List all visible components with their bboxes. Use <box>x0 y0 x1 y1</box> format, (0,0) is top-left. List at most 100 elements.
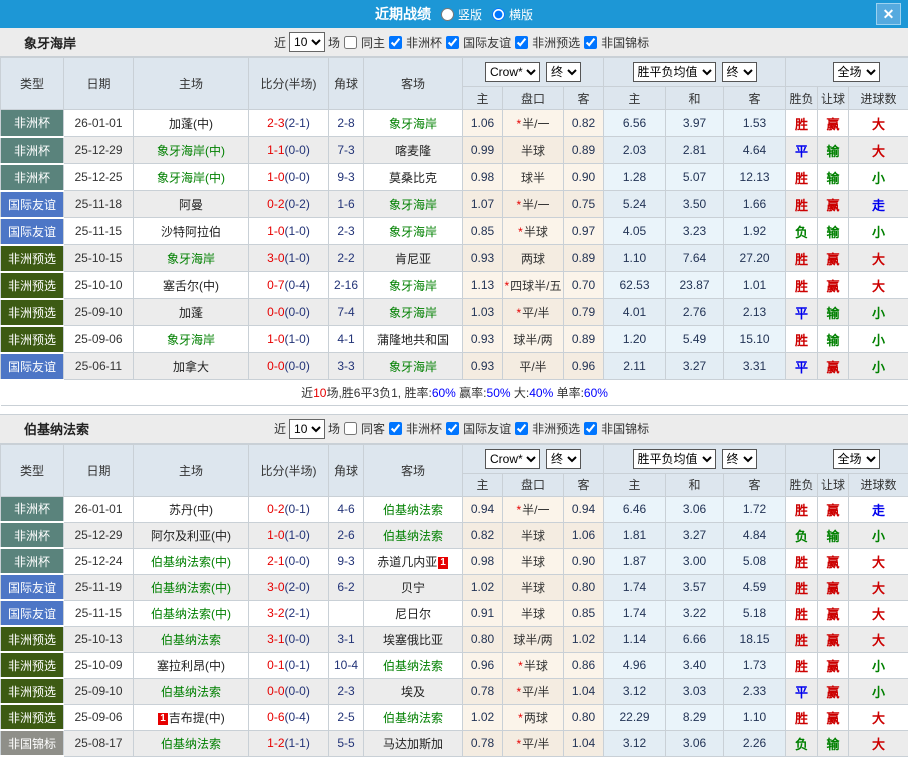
date-cell: 25-11-15 <box>64 600 134 626</box>
away-odds-cell: 0.90 <box>564 548 604 574</box>
home-team-name: 塞拉利昂(中) <box>157 659 225 673</box>
horizontal-layout-label[interactable]: 横版 <box>509 6 533 23</box>
odds-time-select[interactable]: 终 <box>546 449 581 469</box>
same-away-label[interactable]: 同客 <box>361 420 385 437</box>
wdl-result-cell: 负 <box>786 218 818 245</box>
handicap-line: 半/一 <box>522 503 549 517</box>
home-odds-cell: 0.93 <box>463 353 503 380</box>
home-team-name: 阿尔及利亚(中) <box>151 529 231 543</box>
league-label[interactable]: 非洲预选 <box>532 34 580 51</box>
league-type-cell: 非国锦标 <box>1 730 64 756</box>
odds-source-select[interactable]: Crow* <box>485 62 540 82</box>
horizontal-layout-radio[interactable] <box>492 8 505 21</box>
score-cell: 0-1(0-1) <box>249 652 329 678</box>
league-label[interactable]: 非国锦标 <box>601 420 649 437</box>
home-team-cell: 伯基纳法索 <box>134 730 249 756</box>
away-odds-cell: 0.90 <box>564 164 604 191</box>
handicap-result-cell: 赢 <box>818 548 849 574</box>
league-label[interactable]: 国际友谊 <box>463 34 511 51</box>
fulltime-score: 3-2 <box>267 606 284 620</box>
halftime-score: (0-0) <box>285 359 310 373</box>
halftime-score: (0-4) <box>285 278 310 292</box>
league-label[interactable]: 非洲预选 <box>532 420 580 437</box>
col-type: 类型 <box>1 58 64 110</box>
away-team-cell: 伯基纳法索 <box>364 652 463 678</box>
match-count-select[interactable]: 10 <box>289 32 325 52</box>
corners-cell <box>329 600 364 626</box>
vertical-layout-label[interactable]: 竖版 <box>458 6 482 23</box>
league-checkbox-friendly[interactable] <box>446 422 459 435</box>
handicap-cell: 半球 <box>503 548 564 574</box>
same-home-checkbox[interactable] <box>344 36 357 49</box>
away-odds-cell: 0.80 <box>564 574 604 600</box>
odds-time-select[interactable]: 终 <box>546 62 581 82</box>
home-odds-cell: 0.78 <box>463 730 503 756</box>
wdl-result-cell: 胜 <box>786 574 818 600</box>
home-odds-cell: 0.91 <box>463 600 503 626</box>
halftime-score: (0-4) <box>285 710 310 724</box>
corners-cell: 2-2 <box>329 245 364 272</box>
away-odds-cell: 1.04 <box>564 678 604 704</box>
scope-select[interactable]: 全场 <box>833 449 880 469</box>
league-label[interactable]: 非洲杯 <box>406 34 442 51</box>
score-cell: 0-0(0-0) <box>249 353 329 380</box>
same-home-label[interactable]: 同主 <box>361 34 385 51</box>
league-checkbox-qualifier[interactable] <box>515 36 528 49</box>
scope-select[interactable]: 全场 <box>833 62 880 82</box>
league-checkbox-chan[interactable] <box>584 422 597 435</box>
match-row: 非洲杯 25-12-29 阿尔及利亚(中) 1-0(1-0) 2-6 伯基纳法索… <box>1 522 908 548</box>
live-odds-star: * <box>516 737 521 751</box>
league-checkbox-qualifier[interactable] <box>515 422 528 435</box>
home-odds-cell: 1.02 <box>463 574 503 600</box>
date-cell: 25-09-10 <box>64 678 134 704</box>
corners-cell: 5-5 <box>329 730 364 756</box>
match-row: 国际友谊 25-11-15 沙特阿拉伯 1-0(1-0) 2-3 象牙海岸 0.… <box>1 218 908 245</box>
col-goals: 进球数 <box>849 473 908 496</box>
away-odds-cell: 0.79 <box>564 299 604 326</box>
league-checkbox-africa-cup[interactable] <box>389 422 402 435</box>
games-label: 场 <box>328 420 340 437</box>
handicap-result-cell: 赢 <box>818 704 849 730</box>
avg-odds-select[interactable]: 胜平负均值 <box>633 62 716 82</box>
home-odds-cell: 0.85 <box>463 218 503 245</box>
home-team-cell: 加蓬(中) <box>134 110 249 137</box>
match-count-select[interactable]: 10 <box>289 419 325 439</box>
odds-source-select[interactable]: Crow* <box>485 449 540 469</box>
fulltime-score: 0-6 <box>267 710 284 724</box>
league-checkbox-friendly[interactable] <box>446 36 459 49</box>
avg-away-odds-cell: 1.72 <box>724 496 786 522</box>
away-team-cell: 象牙海岸 <box>364 299 463 326</box>
wdl-result-cell: 胜 <box>786 496 818 522</box>
same-away-checkbox[interactable] <box>344 422 357 435</box>
close-button[interactable]: ✕ <box>876 3 901 25</box>
away-team-name: 尼日尔 <box>395 607 431 621</box>
league-label[interactable]: 非洲杯 <box>406 420 442 437</box>
away-team-name: 埃及 <box>401 685 425 699</box>
league-type-cell: 非洲预选 <box>1 299 64 326</box>
league-checkbox-africa-cup[interactable] <box>389 36 402 49</box>
home-team-cell: 象牙海岸 <box>134 326 249 353</box>
handicap-result-cell: 赢 <box>818 626 849 652</box>
league-label[interactable]: 非国锦标 <box>601 34 649 51</box>
col-corners: 角球 <box>329 58 364 110</box>
col-goals: 进球数 <box>849 87 908 110</box>
goals-result-cell: 小 <box>849 522 908 548</box>
avg-odds-select[interactable]: 胜平负均值 <box>633 449 716 469</box>
avg-time-select[interactable]: 终 <box>722 449 757 469</box>
date-cell: 25-11-19 <box>64 574 134 600</box>
wdl-result-cell: 胜 <box>786 548 818 574</box>
date-cell: 25-09-06 <box>64 704 134 730</box>
league-checkbox-chan[interactable] <box>584 36 597 49</box>
wdl-result-cell: 胜 <box>786 272 818 299</box>
handicap-cell: 半球 <box>503 522 564 548</box>
handicap-cell: 半球 <box>503 137 564 164</box>
league-label[interactable]: 国际友谊 <box>463 420 511 437</box>
home-team-name: 伯基纳法索 <box>161 685 221 699</box>
match-row: 非洲预选 25-10-13 伯基纳法索 3-1(0-0) 3-1 埃塞俄比亚 0… <box>1 626 908 652</box>
live-odds-star: * <box>516 306 521 320</box>
avg-time-select[interactable]: 终 <box>722 62 757 82</box>
match-row: 非洲预选 25-10-10 塞舌尔(中) 0-7(0-4) 2-16 象牙海岸 … <box>1 272 908 299</box>
red-card-badge: 1 <box>438 557 448 569</box>
away-team-name: 喀麦隆 <box>395 144 431 158</box>
vertical-layout-radio[interactable] <box>441 8 454 21</box>
